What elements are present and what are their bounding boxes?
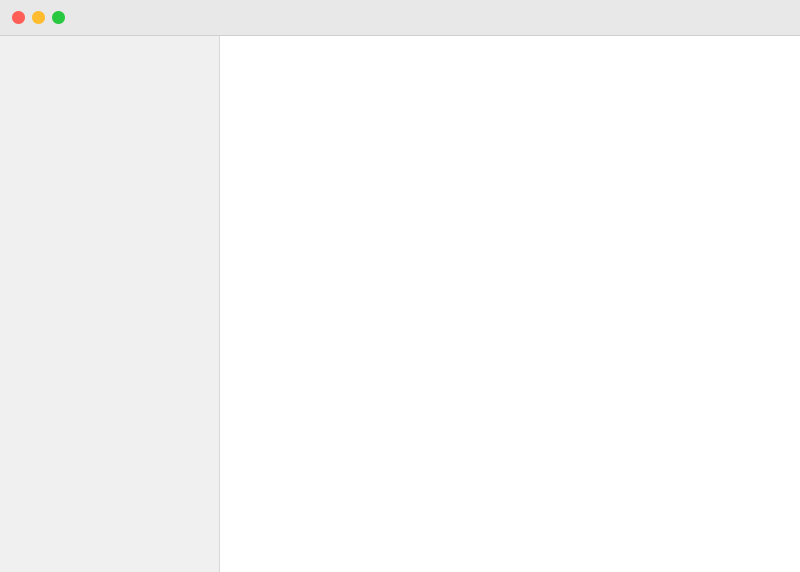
sidebar [0, 36, 220, 572]
main-layout [0, 36, 800, 572]
titlebar [0, 0, 800, 36]
window-controls [12, 11, 65, 24]
content-area [220, 36, 800, 572]
maximize-button[interactable] [52, 11, 65, 24]
close-button[interactable] [12, 11, 25, 24]
minimize-button[interactable] [32, 11, 45, 24]
